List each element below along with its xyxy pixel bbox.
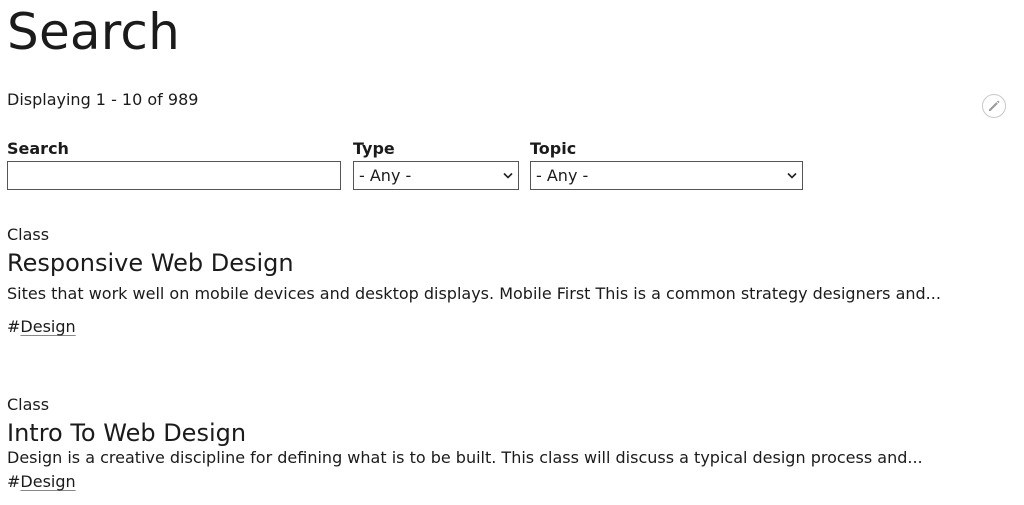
search-label: Search (7, 139, 69, 158)
result-title-link[interactable]: Responsive Web Design (7, 248, 294, 278)
chevron-down-icon (787, 170, 797, 181)
topic-filter: Topic - Any - (530, 139, 803, 190)
chevron-down-icon (503, 170, 513, 181)
result-type: Class (7, 395, 50, 414)
result-tag: #Design (7, 317, 941, 337)
type-label: Type (353, 139, 395, 158)
topic-label: Topic (530, 139, 577, 158)
topic-select[interactable]: - Any - (530, 161, 803, 190)
search-page: Search Displaying 1 - 10 of 989 Search T… (0, 0, 1024, 505)
type-filter: Type - Any - (353, 139, 519, 190)
tag-prefix: # (7, 472, 21, 491)
pencil-icon (989, 100, 1000, 111)
type-select[interactable]: - Any - (353, 161, 519, 190)
result-snippet: Design is a creative discipline for defi… (7, 448, 923, 467)
results-summary: Displaying 1 - 10 of 989 (7, 90, 199, 109)
search-input[interactable] (7, 161, 341, 190)
result-snippet: Sites that work well on mobile devices a… (7, 284, 941, 303)
result-tag: #Design (7, 472, 923, 492)
tag-link[interactable]: Design (20, 472, 75, 491)
result-title-link[interactable]: Intro To Web Design (7, 418, 246, 448)
type-select-value: - Any - (359, 166, 412, 185)
search-result: Class Intro To Web Design Design is a cr… (7, 395, 923, 492)
result-type: Class (7, 225, 50, 244)
search-filter: Search (7, 139, 341, 190)
search-result: Class Responsive Web Design Sites that w… (7, 225, 941, 337)
tag-prefix: # (7, 317, 21, 336)
edit-button[interactable] (982, 94, 1006, 118)
tag-link[interactable]: Design (20, 317, 75, 336)
page-title: Search (7, 3, 180, 61)
topic-select-value: - Any - (536, 166, 589, 185)
